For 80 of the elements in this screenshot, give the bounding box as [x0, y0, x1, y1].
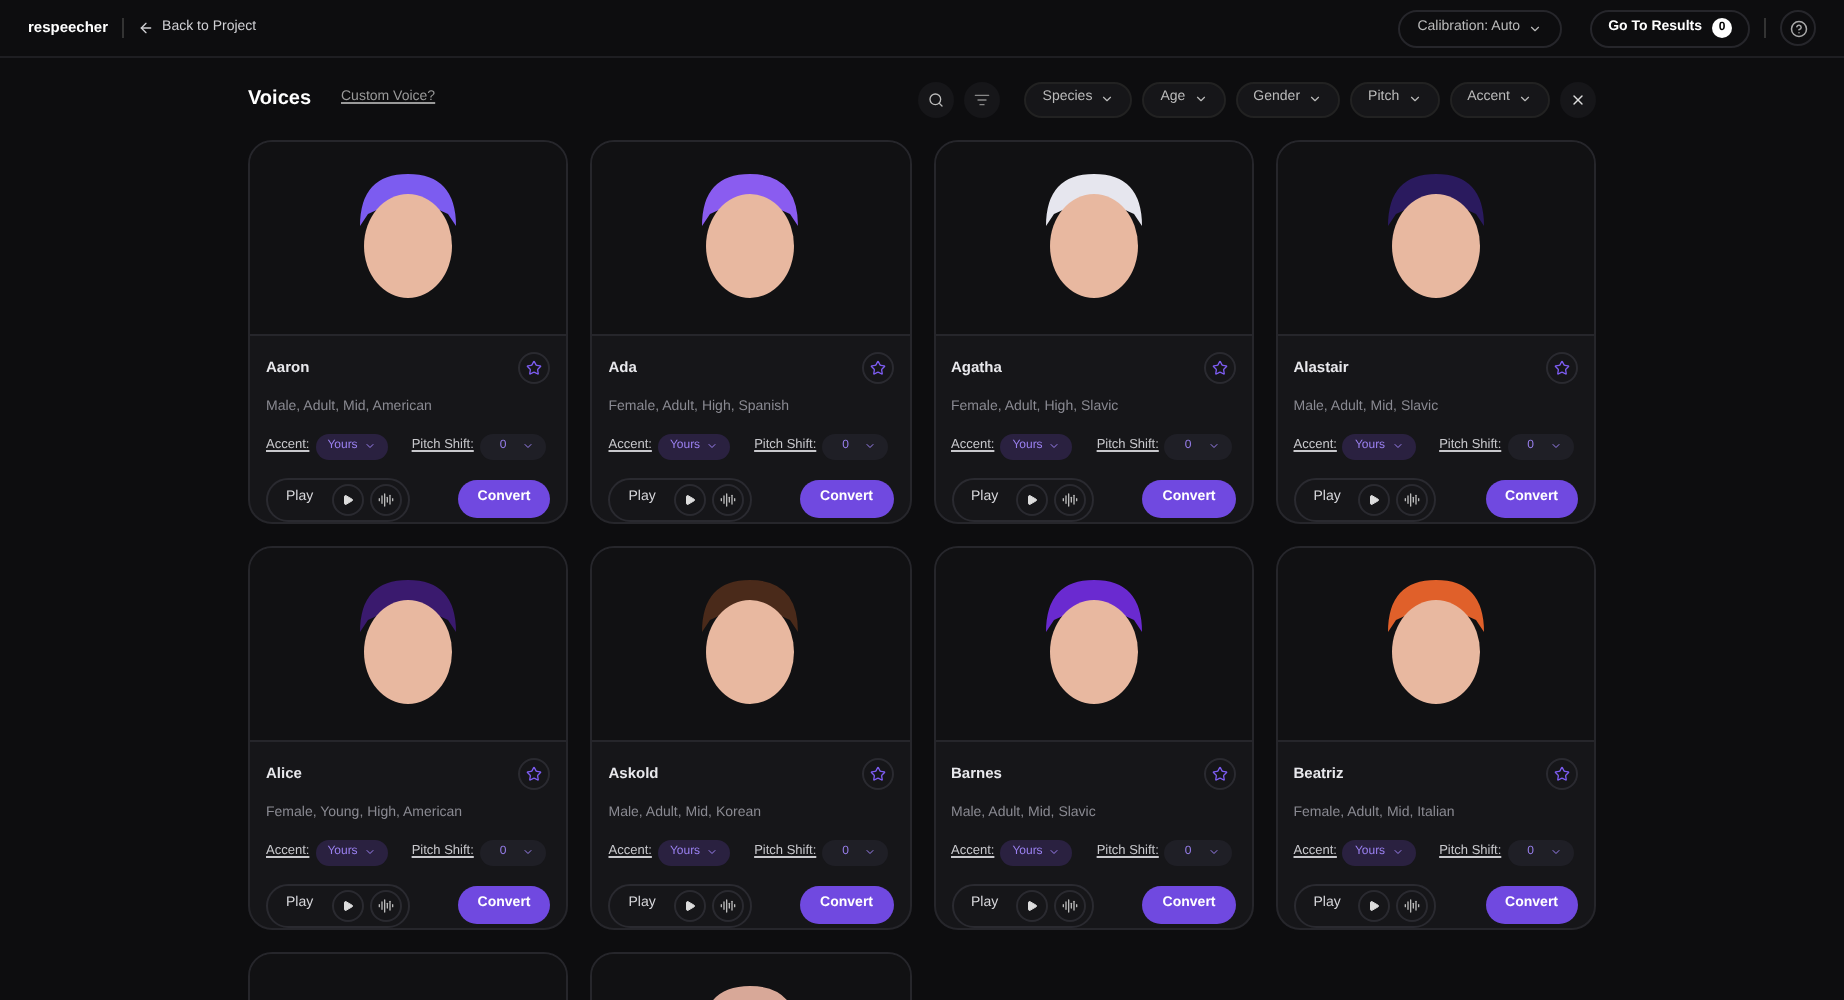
- waveform-icon: [719, 491, 736, 507]
- caret-icon: [1391, 440, 1404, 452]
- waveform-icon: [377, 491, 394, 507]
- play-icon: [341, 899, 354, 911]
- waveform-button[interactable]: [1396, 889, 1429, 921]
- play-icon: [683, 899, 696, 911]
- caret-icon: [1100, 92, 1115, 106]
- caret-icon: [1407, 92, 1422, 106]
- waveform-icon: [1062, 897, 1079, 913]
- play-icon-button[interactable]: [1016, 483, 1049, 515]
- waveform-icon: [377, 897, 394, 913]
- play-icon: [1368, 899, 1381, 911]
- play-icon-button[interactable]: [1358, 483, 1391, 515]
- waveform-icon: [1062, 491, 1079, 507]
- play-icon: [1368, 493, 1381, 505]
- caret-icon: [1549, 846, 1562, 858]
- favorite-button[interactable]: [1546, 758, 1578, 790]
- waveform-button[interactable]: [369, 483, 402, 515]
- search-icon: [928, 91, 945, 107]
- waveform-button[interactable]: [1396, 483, 1429, 515]
- caret-icon: [864, 440, 877, 452]
- play-icon: [341, 493, 354, 505]
- caret-icon: [363, 846, 376, 858]
- favorite-button[interactable]: [861, 758, 893, 790]
- play-icon-button[interactable]: [331, 889, 364, 921]
- caret-icon: [1207, 440, 1220, 452]
- caret-icon: [1193, 92, 1208, 106]
- play-icon-button[interactable]: [673, 889, 706, 921]
- favorite-button[interactable]: [518, 352, 551, 384]
- clear-filters-button[interactable]: [1560, 81, 1596, 117]
- sort-button[interactable]: [964, 81, 1001, 117]
- star-icon: [526, 766, 543, 782]
- sort-icon: [974, 91, 991, 107]
- waveform-button[interactable]: [711, 483, 744, 515]
- help-button[interactable]: [1780, 10, 1816, 46]
- play-icon-button[interactable]: [1016, 889, 1049, 921]
- caret-icon: [522, 846, 535, 858]
- waveform-icon: [719, 897, 736, 913]
- caret-icon: [1048, 846, 1061, 858]
- favorite-button[interactable]: [1203, 352, 1236, 384]
- favorite-button[interactable]: [861, 352, 893, 384]
- caret-icon: [1528, 21, 1543, 35]
- caret-icon: [1207, 846, 1220, 858]
- star-icon: [1211, 360, 1228, 376]
- close-icon: [1570, 91, 1586, 107]
- star-icon: [1554, 360, 1570, 376]
- caret-icon: [1549, 440, 1562, 452]
- favorite-button[interactable]: [518, 758, 551, 790]
- play-icon: [683, 493, 696, 505]
- star-icon: [869, 766, 885, 782]
- waveform-icon: [1404, 897, 1421, 913]
- caret-icon: [363, 440, 376, 452]
- caret-icon: [864, 846, 877, 858]
- search-button[interactable]: [918, 81, 955, 117]
- arrow-left-icon: [138, 20, 155, 36]
- caret-icon: [1391, 846, 1404, 858]
- play-icon-button[interactable]: [1358, 889, 1391, 921]
- favorite-button[interactable]: [1546, 352, 1578, 384]
- waveform-button[interactable]: [369, 889, 402, 921]
- caret-icon: [522, 440, 535, 452]
- star-icon: [869, 360, 885, 376]
- play-icon: [1026, 493, 1039, 505]
- play-icon-button[interactable]: [673, 483, 706, 515]
- caret-icon: [706, 440, 719, 452]
- caret-icon: [1308, 92, 1323, 106]
- caret-icon: [1518, 92, 1532, 106]
- waveform-button[interactable]: [1054, 483, 1087, 515]
- help-icon: [1789, 19, 1807, 37]
- star-icon: [526, 360, 543, 376]
- star-icon: [1554, 766, 1570, 782]
- play-icon: [1026, 899, 1039, 911]
- waveform-button[interactable]: [711, 889, 744, 921]
- caret-icon: [706, 846, 719, 858]
- favorite-button[interactable]: [1203, 758, 1236, 790]
- play-icon-button[interactable]: [331, 483, 364, 515]
- star-icon: [1211, 766, 1228, 782]
- caret-icon: [1048, 440, 1061, 452]
- page-title: Voices: [248, 86, 311, 114]
- waveform-button[interactable]: [1054, 889, 1087, 921]
- waveform-icon: [1404, 491, 1421, 507]
